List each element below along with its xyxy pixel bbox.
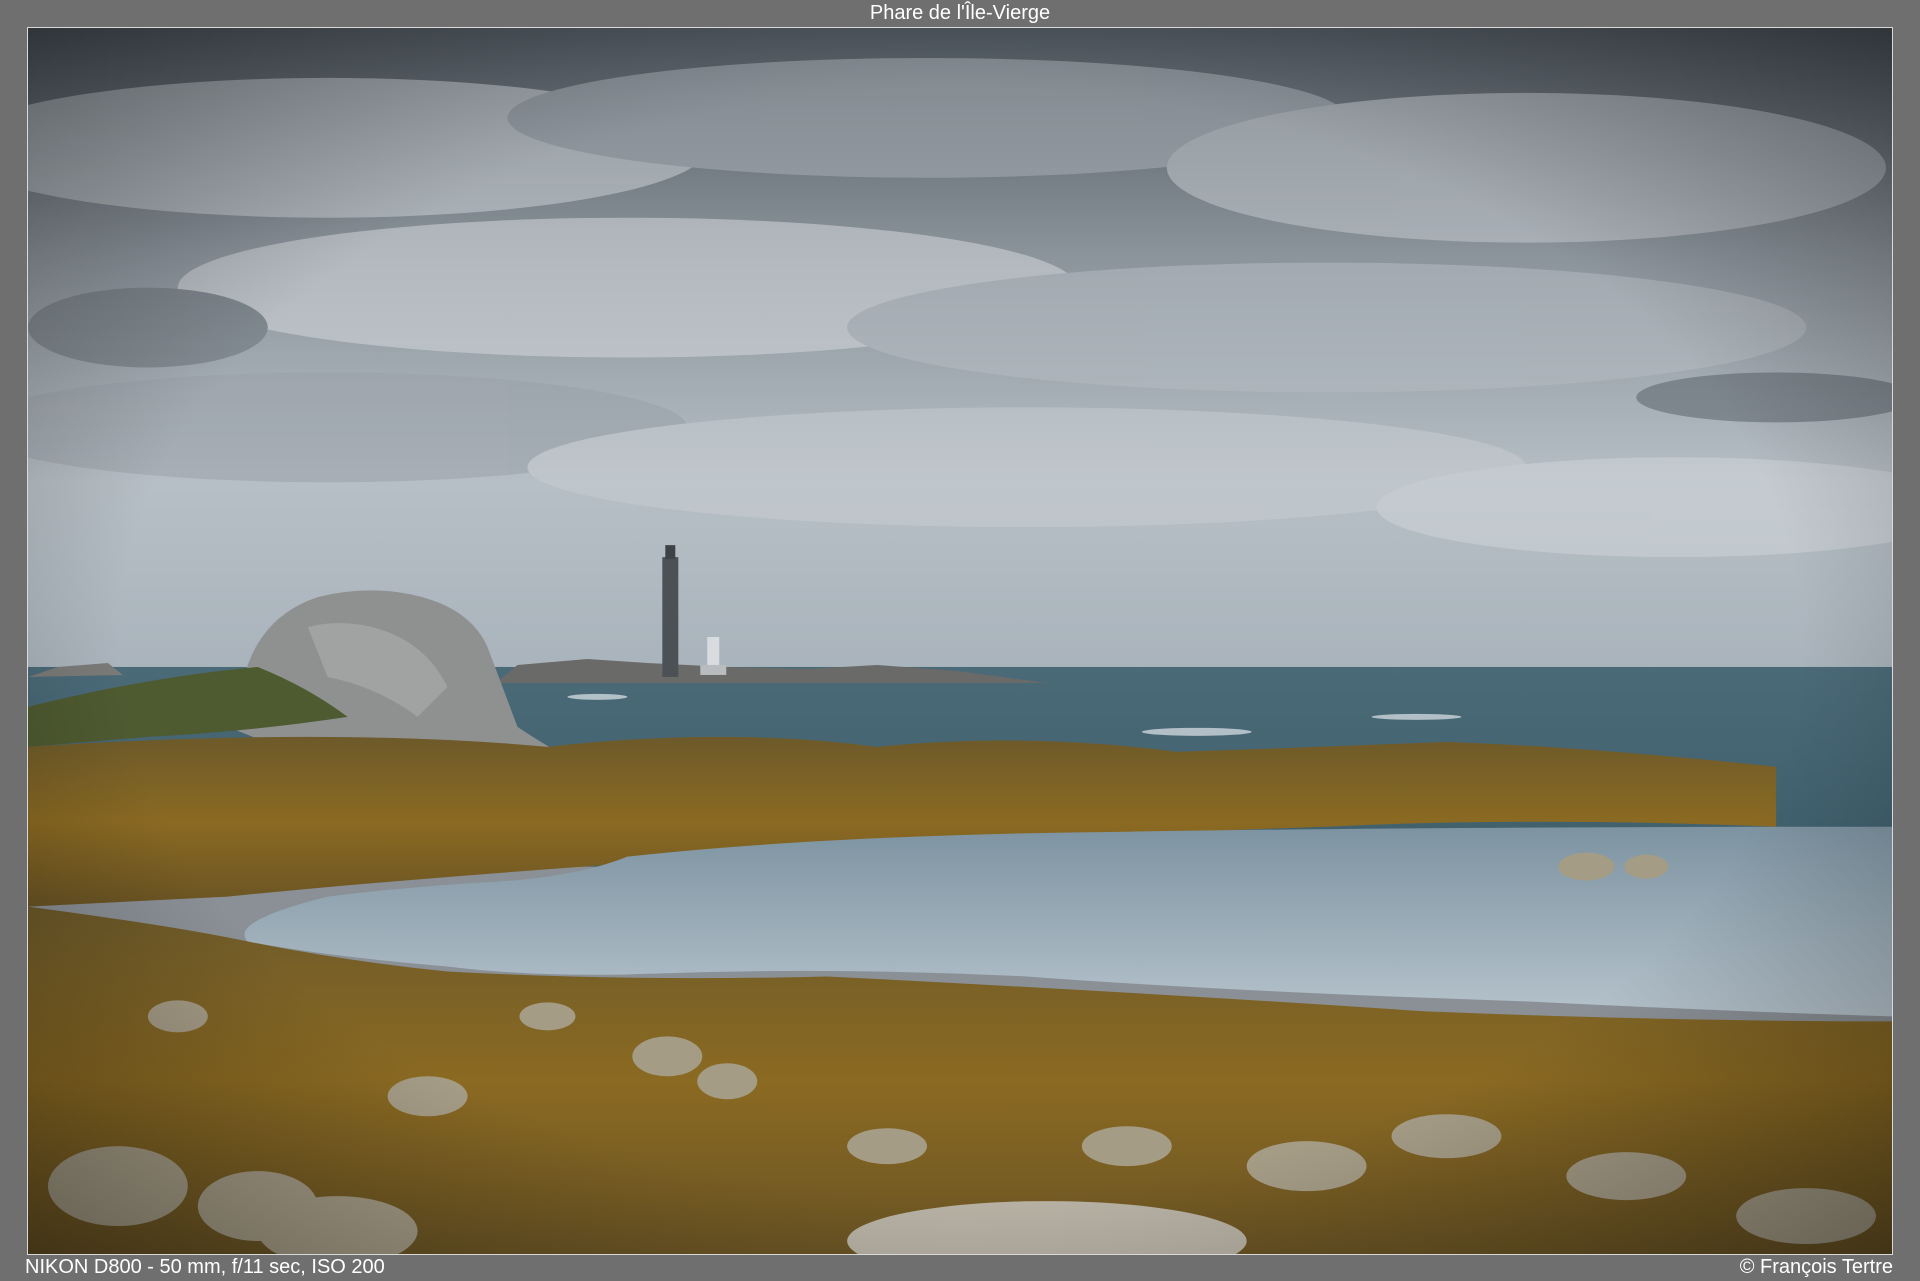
- viewer-frame: Phare de l'Île-Vierge NIKON D800 - 50 mm…: [0, 0, 1920, 1281]
- photo-title: Phare de l'Île-Vierge: [869, 2, 1051, 24]
- exif-caption: NIKON D800 - 50 mm, f/11 sec, ISO 200: [25, 1256, 385, 1278]
- photo: [27, 27, 1893, 1255]
- photo-image: [28, 28, 1892, 1254]
- copyright-caption: © François Tertre: [1739, 1256, 1893, 1278]
